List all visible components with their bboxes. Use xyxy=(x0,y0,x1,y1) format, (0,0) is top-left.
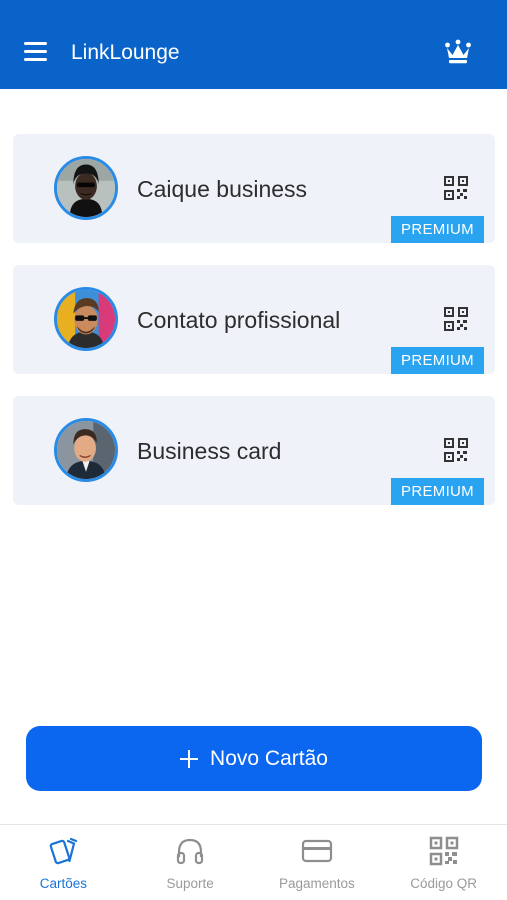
nav-label: Código QR xyxy=(410,876,478,891)
nav-label: Suporte xyxy=(166,876,214,891)
card-list: Caique business PREMIUM Contato profissi… xyxy=(13,134,495,527)
nav-item-suporte[interactable]: Suporte xyxy=(127,825,254,900)
new-card-label: Novo Cartão xyxy=(210,746,328,770)
card-item[interactable]: Contato profissional PREMIUM xyxy=(13,265,495,374)
crown-icon[interactable] xyxy=(444,39,472,65)
card-item[interactable]: Caique business PREMIUM xyxy=(13,134,495,243)
nav-label: Cartões xyxy=(39,876,88,891)
bottom-navigation: Cartões Suporte Pagamentos Código QR xyxy=(0,824,507,900)
premium-badge: PREMIUM xyxy=(391,347,484,374)
qr-code-icon xyxy=(428,835,460,867)
qr-code-icon[interactable] xyxy=(444,176,468,200)
avatar xyxy=(54,287,118,351)
hamburger-menu-icon[interactable] xyxy=(22,38,50,66)
card-title: Caique business xyxy=(137,176,308,202)
headphones-icon xyxy=(174,835,206,867)
credit-card-icon xyxy=(301,835,333,867)
new-card-button[interactable]: Novo Cartão xyxy=(26,726,482,791)
premium-badge: PREMIUM xyxy=(391,478,484,505)
cards-icon xyxy=(47,835,79,867)
qr-code-icon[interactable] xyxy=(444,307,468,331)
nav-item-cartoes[interactable]: Cartões xyxy=(0,825,127,900)
nav-item-pagamentos[interactable]: Pagamentos xyxy=(254,825,381,900)
nav-item-codigo-qr[interactable]: Código QR xyxy=(380,825,507,900)
top-app-bar: LinkLounge xyxy=(0,0,507,89)
app-title: LinkLounge xyxy=(71,41,180,64)
premium-badge: PREMIUM xyxy=(391,216,484,243)
plus-icon xyxy=(180,749,199,768)
card-title: Business card xyxy=(137,438,282,464)
avatar xyxy=(54,418,118,482)
card-item[interactable]: Business card PREMIUM xyxy=(13,396,495,505)
avatar xyxy=(54,156,118,220)
app-screen: LinkLounge Caique business PREMIUM Conta… xyxy=(0,0,507,900)
nav-label: Pagamentos xyxy=(278,876,355,891)
card-title: Contato profissional xyxy=(137,307,341,333)
qr-code-icon[interactable] xyxy=(444,438,468,462)
